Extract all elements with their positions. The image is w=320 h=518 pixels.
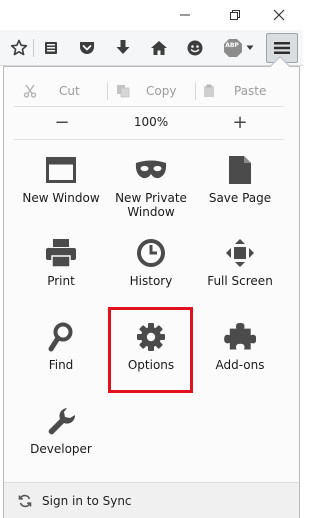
edit-controls: Cut Copy Paste [9,80,286,102]
history-label: History [129,274,173,288]
magnifier-icon [44,320,78,354]
sign-in-to-sync-label: Sign in to Sync [42,493,132,508]
menu-divider [14,139,284,140]
bookmark-star-icon [10,39,28,56]
sign-in-to-sync-button[interactable]: Sign in to Sync [4,482,299,518]
restore-icon [230,10,240,20]
developer-label: Developer [30,442,92,456]
save-page-label: Save Page [208,191,272,205]
new-private-window-button[interactable]: New Private Window [104,153,198,233]
zoom-out-button[interactable]: − [42,111,82,133]
printer-icon [44,236,78,270]
full-screen-label: Full Screen [207,274,273,288]
print-button[interactable]: Print [14,236,108,316]
home-button[interactable] [148,36,170,60]
options-highlight-box [108,307,193,393]
puzzle-icon [223,320,257,354]
edit-separator [195,82,196,100]
abp-badge-text: ABP [225,42,239,49]
full-screen-button[interactable]: Full Screen [193,236,287,316]
developer-button[interactable]: Developer [14,404,108,484]
history-button[interactable]: History [104,236,198,316]
scissors-icon [23,84,37,98]
copy-label: Copy [146,84,177,98]
bookmark-star-button[interactable] [8,36,30,60]
chevron-down-icon [246,45,253,50]
reading-list-icon [45,42,57,54]
menu-divider [14,106,284,107]
edit-separator [107,82,108,100]
restore-button[interactable] [220,4,250,26]
private-mask-icon [134,153,168,187]
find-button[interactable]: Find [14,320,108,400]
new-window-icon [44,153,78,187]
close-icon [273,9,285,21]
zoom-controls: − 100% + [9,111,286,133]
minimize-button[interactable] [170,4,200,26]
toolbar-separator [33,39,34,57]
cut-button[interactable]: Cut [23,80,80,102]
new-window-button[interactable]: New Window [14,153,108,233]
fullscreen-icon [223,236,257,270]
hamburger-menu-icon [274,42,290,54]
new-private-window-label: New Private Window [115,191,187,219]
paste-button[interactable]: Paste [203,80,266,102]
zoom-reset-button[interactable]: 100% [123,111,179,133]
copy-icon [117,85,130,98]
save-page-button[interactable]: Save Page [193,153,287,233]
add-ons-label: Add-ons [215,358,265,372]
cut-label: Cut [59,84,80,98]
print-label: Print [47,274,75,288]
add-ons-button[interactable]: Add-ons [193,320,287,400]
hello-button[interactable] [184,36,206,60]
window-titlebar [0,0,303,30]
find-label: Find [48,358,74,372]
downloads-icon [116,40,130,54]
navigation-toolbar: ABP [0,30,303,66]
new-window-label: New Window [22,191,100,205]
sync-icon [18,494,32,508]
downloads-button[interactable] [112,36,134,60]
adblock-plus-button[interactable]: ABP [220,36,256,60]
pocket-icon [80,42,94,54]
pocket-button[interactable] [76,36,98,60]
copy-button[interactable]: Copy [116,80,176,102]
home-icon [151,41,167,55]
clock-icon [134,236,168,270]
wrench-icon [44,404,78,438]
reading-list-button[interactable] [40,36,62,60]
close-window-button[interactable] [264,4,294,26]
zoom-in-button[interactable]: + [220,111,260,133]
hello-icon [187,40,203,56]
minimize-icon [180,14,190,16]
paste-label: Paste [234,84,267,98]
paste-icon [204,84,214,97]
save-page-icon [223,153,257,187]
